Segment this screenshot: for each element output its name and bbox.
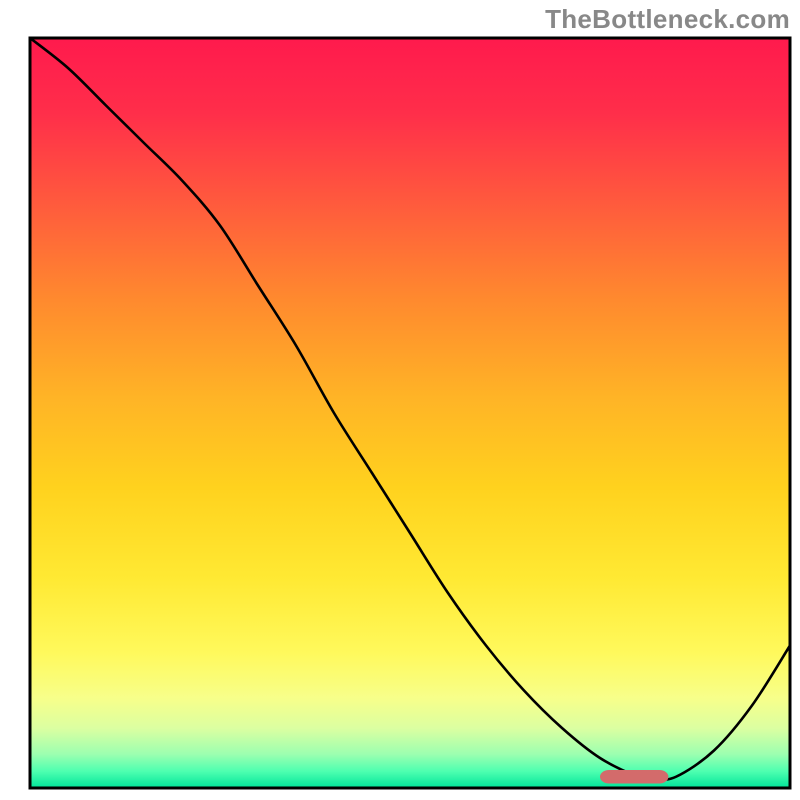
plot-area (30, 38, 790, 788)
marker-bar (600, 770, 668, 784)
chart-svg (0, 0, 800, 800)
chart-container: TheBottleneck.com (0, 0, 800, 800)
gradient-background (30, 38, 790, 788)
